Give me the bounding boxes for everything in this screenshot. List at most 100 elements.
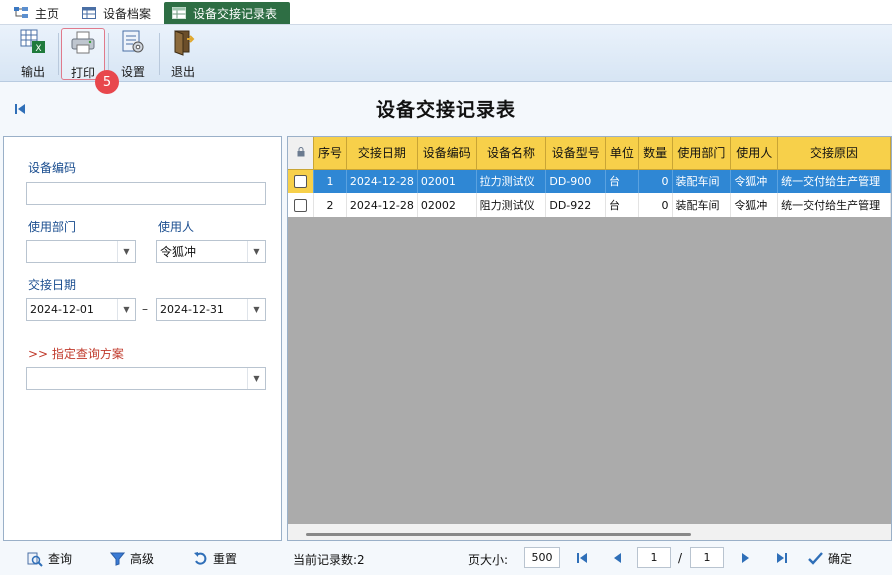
column-header[interactable]: 设备编码 — [417, 137, 477, 170]
table-cell: 装配车间 — [672, 193, 732, 217]
current-page-input[interactable]: 1 — [637, 547, 671, 568]
export-button[interactable]: X 输出 — [11, 28, 55, 80]
table-cell: 阻力测试仪 — [476, 193, 547, 217]
user-label: 使用人 — [158, 220, 195, 234]
page-size-label: 页大小: — [468, 553, 509, 567]
date-from-input[interactable]: 2024-12-01 ▼ — [26, 298, 136, 321]
date-to-value: 2024-12-31 — [160, 303, 224, 316]
printer-icon — [69, 29, 97, 60]
table-cell: 0 — [638, 193, 673, 217]
grid-scroll-track — [288, 524, 891, 540]
row-select-cell[interactable] — [288, 193, 315, 217]
page-separator: / — [678, 551, 683, 565]
row-checkbox[interactable] — [294, 175, 308, 188]
user-value: 令狐冲 — [160, 245, 197, 259]
bottom-bar: 查询 高级 重置 当前记录数:2 页大小: 500 1 / 1 确定 — [0, 541, 892, 575]
search-icon — [27, 551, 43, 567]
table-cell: 令狐冲 — [730, 169, 779, 193]
tab-device-archive-label: 设备档案 — [103, 6, 152, 21]
table-cell: 0 — [638, 169, 673, 193]
date-separator: – — [142, 302, 148, 316]
tab-handover-record-label: 设备交接记录表 — [193, 6, 278, 21]
table-cell: 令狐冲 — [730, 193, 779, 217]
svg-text:X: X — [35, 44, 41, 54]
dept-select[interactable]: ▼ — [26, 240, 136, 263]
filter-panel: 设备编码 使用部门 ▼ 使用人 令狐冲 ▼ 交接日期 2024-12-01 ▼ … — [3, 136, 282, 541]
prev-page-icon[interactable] — [612, 552, 622, 564]
tab-home[interactable]: 主页 — [6, 2, 67, 24]
table-cell: 2024-12-28 — [346, 193, 418, 217]
reset-button[interactable]: 重置 — [193, 550, 237, 567]
table-row[interactable]: 2 2024-12-28 02002 阻力测试仪 DD-922 台 0 装配车间… — [288, 193, 891, 217]
first-page-icon[interactable] — [576, 552, 588, 564]
table-cell: 02001 — [417, 169, 477, 193]
exit-label: 退出 — [170, 65, 195, 79]
query-label: 查询 — [48, 552, 73, 566]
tab-handover-record[interactable]: 设备交接记录表 — [164, 2, 290, 24]
confirm-button[interactable]: 确定 — [808, 550, 852, 567]
chevron-down-icon[interactable]: ▼ — [247, 299, 265, 320]
settings-label: 设置 — [120, 65, 145, 79]
table-row[interactable]: 1 2024-12-28 02001 拉力测试仪 DD-900 台 0 装配车间… — [288, 169, 891, 193]
column-header[interactable]: 使用部门 — [672, 137, 732, 170]
table-icon — [82, 7, 96, 19]
column-header[interactable]: 交接日期 — [346, 137, 418, 170]
query-button[interactable]: 查询 — [27, 550, 72, 567]
table-cell: DD-900 — [545, 169, 607, 193]
next-page-icon[interactable] — [741, 552, 751, 564]
title-area: 设备交接记录表 — [0, 83, 892, 135]
query-scheme-select[interactable]: ▼ — [26, 367, 266, 390]
table-cell: 统一交付给生产管理 — [777, 193, 891, 217]
record-table: 序号 交接日期 设备编码 设备名称 设备型号 单位 数量 使用部门 使用人 交接… — [288, 137, 891, 217]
table-header-row: 序号 交接日期 设备编码 设备名称 设备型号 单位 数量 使用部门 使用人 交接… — [288, 137, 891, 170]
dept-label: 使用部门 — [28, 220, 77, 234]
settings-button[interactable]: 设置 — [111, 28, 155, 80]
chevron-down-icon[interactable]: ▼ — [247, 241, 265, 262]
chevron-down-icon[interactable]: ▼ — [117, 241, 135, 262]
table-cell: DD-922 — [545, 193, 607, 217]
lock-header — [288, 137, 315, 170]
query-scheme-link[interactable]: >> 指定查询方案 — [28, 345, 124, 362]
tab-device-archive[interactable]: 设备档案 — [74, 2, 159, 24]
column-header[interactable]: 序号 — [313, 137, 347, 170]
column-header[interactable]: 设备名称 — [476, 137, 547, 170]
last-page-icon[interactable] — [776, 552, 788, 564]
reset-label: 重置 — [213, 552, 238, 566]
date-label: 交接日期 — [28, 278, 77, 292]
table-cell: 02002 — [417, 193, 477, 217]
column-header[interactable]: 交接原因 — [777, 137, 891, 170]
chevron-down-icon[interactable]: ▼ — [117, 299, 135, 320]
chevron-down-icon[interactable]: ▼ — [247, 368, 265, 389]
toolbar: X 输出 打印 设置 退出 — [0, 25, 892, 82]
checkmark-icon — [808, 552, 823, 565]
device-code-label: 设备编码 — [28, 161, 77, 175]
exit-button[interactable]: 退出 — [161, 28, 205, 80]
table-cell: 2 — [313, 193, 347, 217]
table-icon — [172, 7, 186, 19]
column-header[interactable]: 使用人 — [730, 137, 779, 170]
home-tree-icon — [14, 7, 28, 19]
table-cell: 拉力测试仪 — [476, 169, 547, 193]
user-select[interactable]: 令狐冲 ▼ — [156, 240, 266, 263]
date-from-value: 2024-12-01 — [30, 303, 94, 316]
row-checkbox[interactable] — [294, 198, 308, 212]
column-header[interactable]: 单位 — [605, 137, 639, 170]
page-title: 设备交接记录表 — [375, 99, 516, 121]
column-header[interactable]: 数量 — [638, 137, 673, 170]
advanced-label: 高级 — [130, 552, 155, 566]
table-cell: 装配车间 — [672, 169, 732, 193]
toolbar-divider — [58, 33, 59, 75]
horizontal-scrollbar[interactable] — [306, 533, 691, 536]
toolbar-divider — [159, 33, 160, 75]
page-size-input[interactable]: 500 — [524, 547, 560, 568]
column-header[interactable]: 设备型号 — [545, 137, 607, 170]
date-to-input[interactable]: 2024-12-31 ▼ — [156, 298, 266, 321]
confirm-label: 确定 — [828, 552, 853, 566]
row-select-cell[interactable] — [288, 169, 315, 193]
tab-home-label: 主页 — [35, 6, 60, 21]
table-cell: 台 — [605, 193, 639, 217]
device-code-input[interactable] — [26, 182, 266, 205]
exit-door-icon — [169, 28, 197, 59]
advanced-button[interactable]: 高级 — [110, 550, 154, 567]
export-label: 输出 — [20, 65, 45, 79]
